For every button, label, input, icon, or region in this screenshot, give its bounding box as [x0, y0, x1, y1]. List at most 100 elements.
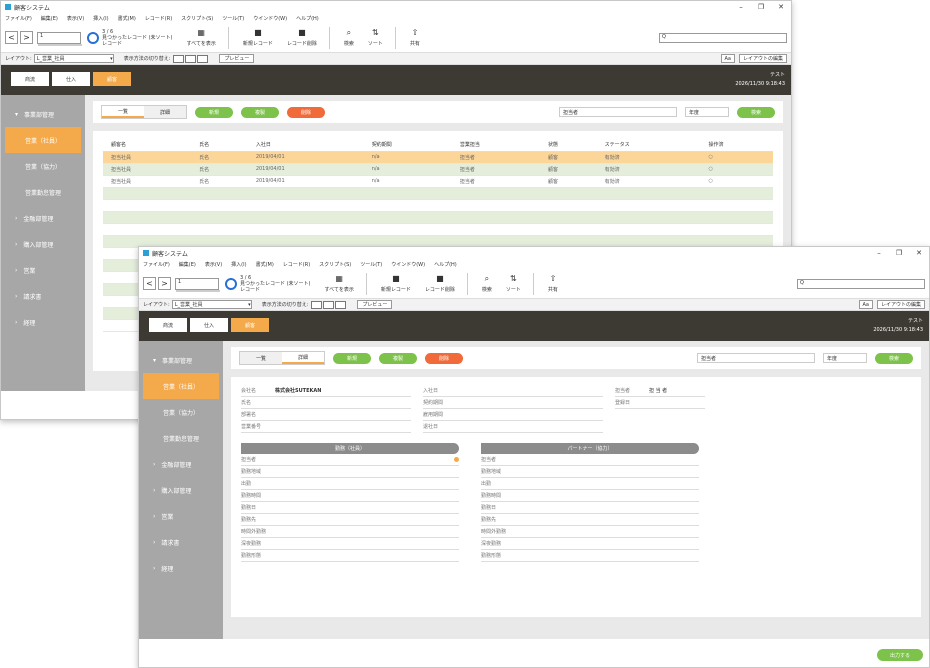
company-field[interactable]: 会社名 株式会社SUTEKAN: [241, 385, 411, 397]
sidebar-item-eigyo-kyoryoku[interactable]: 営業（協力）: [143, 399, 219, 425]
tab-list[interactable]: 一覧: [102, 106, 144, 118]
form-field[interactable]: 出勤: [241, 478, 459, 490]
new-record-button[interactable]: ■ 新規レコード: [381, 274, 411, 293]
minimize-button[interactable]: –: [731, 3, 751, 11]
menu-scripts[interactable]: スクリプト(S): [181, 15, 213, 22]
form-field[interactable]: 勤務時間: [241, 490, 459, 502]
sidebar-item-eigyo-kyoryoku[interactable]: 営業（協力）: [5, 153, 81, 179]
back-button[interactable]: <: [143, 277, 156, 290]
department-field[interactable]: 部署名: [241, 409, 411, 421]
filter-year-input[interactable]: 年度: [823, 353, 867, 363]
menu-help[interactable]: ヘルプ(H): [296, 15, 319, 22]
form-field[interactable]: 深夜勤務: [481, 538, 699, 550]
table-view-button[interactable]: [335, 300, 347, 309]
col-header[interactable]: 顧客名: [103, 139, 192, 152]
filter-year-input[interactable]: 年度: [685, 107, 729, 117]
maximize-button[interactable]: ❐: [751, 3, 771, 11]
menu-edit[interactable]: 編集(E): [179, 261, 196, 268]
sidebar-section-jigyobu[interactable]: ▾ 事業部管理: [1, 101, 85, 127]
sidebar-section-seikyu[interactable]: › 請求書: [139, 529, 223, 555]
header-tab-shiire[interactable]: 仕入: [190, 318, 228, 332]
sidebar-section-seikyu[interactable]: › 請求書: [1, 283, 85, 309]
sidebar-section-jigyobu[interactable]: ▾ 事業部管理: [139, 347, 223, 373]
table-row[interactable]: 担当社員 氏名 2019/04/01 n/a 担当者 顧客 有効済 ○: [103, 151, 773, 164]
quick-find-input[interactable]: Q: [797, 278, 925, 289]
menu-records[interactable]: レコード(R): [145, 15, 172, 22]
form-field[interactable]: 深夜勤務: [241, 538, 459, 550]
new-button[interactable]: 新規: [195, 106, 233, 118]
record-number-input[interactable]: 1: [175, 277, 220, 292]
sort-button[interactable]: ⇅ ソート: [506, 274, 521, 293]
form-field[interactable]: 勤務形態: [481, 550, 699, 562]
preview-button[interactable]: プレビュー: [357, 300, 393, 309]
form-view-button[interactable]: [311, 300, 323, 309]
sidebar-item-kintai[interactable]: 営業勤怠管理: [143, 425, 219, 451]
register-date-field[interactable]: 登録日: [615, 397, 705, 409]
menu-records[interactable]: レコード(R): [283, 261, 310, 268]
layout-select[interactable]: L_営業_社員 ▾: [33, 54, 114, 63]
col-header[interactable]: 入社日: [247, 139, 364, 152]
header-tab-shiire[interactable]: 仕入: [52, 72, 90, 86]
sidebar-section-kinyu[interactable]: › 金融部管理: [139, 451, 223, 477]
record-slider[interactable]: [176, 289, 220, 292]
search-button[interactable]: 検索: [875, 352, 913, 364]
menu-window[interactable]: ウインドウ(W): [253, 15, 287, 22]
delete-record-button[interactable]: ■ レコード削除: [425, 274, 455, 293]
filter-owner-input[interactable]: 担当者: [697, 353, 815, 363]
quick-find-input[interactable]: Q: [659, 32, 787, 43]
forward-button[interactable]: >: [20, 31, 33, 44]
menu-view[interactable]: 表示(V): [67, 15, 84, 22]
leave-date-field[interactable]: 退社日: [423, 421, 603, 433]
form-field[interactable]: 時間外勤務: [481, 526, 699, 538]
share-button[interactable]: ⇧ 共有: [548, 274, 558, 293]
new-record-button[interactable]: ■ 新規レコード: [243, 28, 273, 47]
menu-format[interactable]: 書式(M): [256, 261, 274, 268]
tab-detail[interactable]: 詳細: [282, 352, 324, 364]
form-field[interactable]: 勤務形態: [241, 550, 459, 562]
sidebar-section-keiri[interactable]: › 経理: [1, 309, 85, 335]
sort-button[interactable]: ⇅ ソート: [368, 28, 383, 47]
duplicate-button[interactable]: 複製: [379, 352, 417, 364]
sidebar-section-eigyo[interactable]: › 営業: [1, 257, 85, 283]
tab-list[interactable]: 一覧: [240, 352, 282, 364]
header-tab-shoryu[interactable]: 商流: [149, 318, 187, 332]
name-field[interactable]: 氏名: [241, 397, 411, 409]
preview-button[interactable]: プレビュー: [219, 54, 255, 63]
find-button[interactable]: ⌕ 検索: [482, 274, 492, 293]
sidebar-section-keiri[interactable]: › 経理: [139, 555, 223, 581]
form-field[interactable]: 担当者: [241, 454, 459, 466]
col-header[interactable]: ステータス: [596, 139, 701, 152]
menu-insert[interactable]: 挿入(I): [231, 261, 246, 268]
owner-field[interactable]: 担当者担 当 者: [615, 385, 705, 397]
record-slider[interactable]: [38, 43, 82, 46]
list-view-button[interactable]: [185, 54, 197, 63]
show-all-button[interactable]: ▦ すべてを表示: [187, 28, 216, 47]
share-button[interactable]: ⇧ 共有: [410, 28, 420, 47]
output-button[interactable]: 出力する: [877, 649, 923, 661]
contract-period-field[interactable]: 契約期間: [423, 397, 603, 409]
tab-detail[interactable]: 詳細: [144, 106, 186, 118]
sidebar-item-eigyo-shain[interactable]: 営業（社員）: [5, 127, 81, 153]
sidebar-section-konyu[interactable]: › 購入部管理: [1, 231, 85, 257]
filter-owner-input[interactable]: 担当者: [559, 107, 677, 117]
table-row[interactable]: 担当社員 氏名 2019/04/01 n/a 担当者 顧客 有効済 ○: [103, 175, 773, 188]
form-field[interactable]: 勤務日: [241, 502, 459, 514]
delete-button[interactable]: 削除: [425, 352, 463, 364]
header-tab-kokyaku[interactable]: 顧客: [231, 318, 269, 332]
col-header[interactable]: 氏名: [191, 139, 248, 152]
duplicate-button[interactable]: 複製: [241, 106, 279, 118]
menu-window[interactable]: ウインドウ(W): [391, 261, 425, 268]
sidebar-item-eigyo-shain[interactable]: 営業（社員）: [143, 373, 219, 399]
search-button[interactable]: 検索: [737, 106, 775, 118]
form-field[interactable]: 出勤: [481, 478, 699, 490]
table-view-button[interactable]: [197, 54, 209, 63]
back-button[interactable]: <: [5, 31, 18, 44]
col-header[interactable]: 操作済: [700, 139, 773, 152]
edit-layout-button[interactable]: レイアウトの編集: [738, 54, 787, 63]
form-field[interactable]: 勤務地域: [481, 466, 699, 478]
header-tab-shoryu[interactable]: 商流: [11, 72, 49, 86]
sidebar-item-kintai[interactable]: 営業勤怠管理: [5, 179, 81, 205]
col-header[interactable]: 営業担当: [451, 139, 540, 152]
menu-file[interactable]: ファイル(F): [143, 261, 170, 268]
record-number-input[interactable]: 1: [37, 31, 82, 46]
